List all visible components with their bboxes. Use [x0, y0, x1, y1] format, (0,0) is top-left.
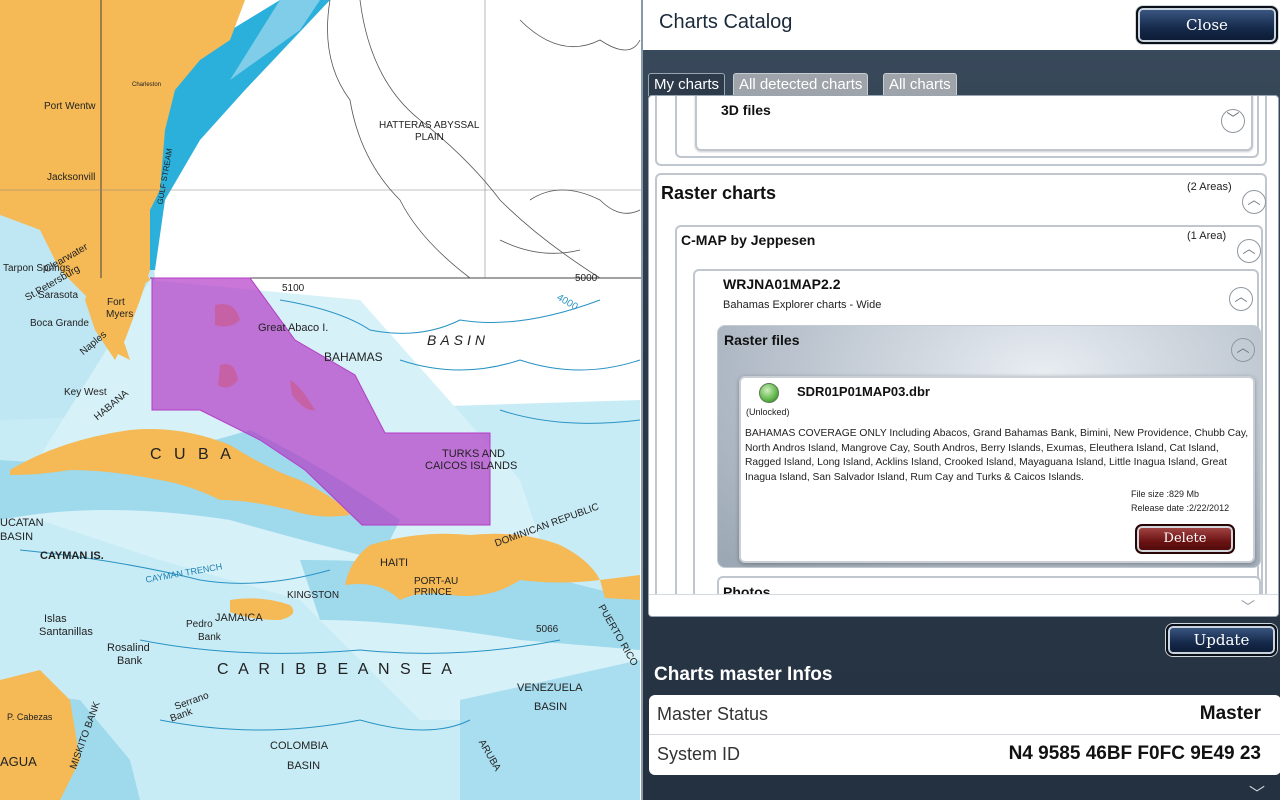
list-footer: ﹀ — [649, 594, 1278, 616]
map-label-myers: Myers — [106, 309, 134, 320]
map-label-cayman: CAYMAN IS. — [40, 550, 104, 562]
chevron-up-icon[interactable]: ︿ — [1242, 190, 1266, 214]
map-canvas[interactable] — [0, 0, 641, 800]
master-status-row: Master Status Master — [649, 695, 1280, 735]
map-label-kingston: KINGSTON — [287, 590, 340, 601]
map-label-cabezas: P. Cabezas — [7, 712, 53, 722]
map-label-cuba: C U B A — [150, 446, 235, 463]
map-label-colombia-basin: BASIN — [287, 760, 321, 772]
map-label-boca-grande: Boca Grande — [30, 318, 89, 329]
map-label-depth-5066: 5066 — [536, 624, 559, 635]
map-label-santanillas: Santanillas — [39, 626, 93, 638]
map-label-depth-5100: 5100 — [282, 283, 305, 294]
map-label-rosalind: Rosalind — [107, 642, 150, 654]
map-label-charleston: Charleston — [132, 82, 162, 88]
map-label-colombia: COLOMBIA — [270, 740, 329, 752]
charts-catalog-panel: Charts Catalog Close My charts All detec… — [641, 0, 1280, 800]
file-card: SDR01P01MAP03.dbr (Unlocked) BAHAMAS COV… — [739, 376, 1255, 563]
master-info-title: Charts master Infos — [654, 664, 833, 685]
raster-files-title: Raster files — [724, 332, 800, 348]
map-label-haiti: HAITI — [380, 557, 409, 569]
map-label-key-west: Key West — [64, 387, 107, 398]
file-name: SDR01P01MAP03.dbr — [797, 384, 930, 399]
expand-down-icon[interactable]: ﹀ — [1249, 780, 1265, 800]
master-status-key: Master Status — [657, 704, 769, 724]
map-label-great-abaco: Great Abaco I. — [258, 322, 329, 334]
map-label-plain: PLAIN — [415, 132, 444, 143]
map-label-pedro: Pedro — [186, 619, 213, 630]
map-label-port-wentw: Port Wentw — [44, 101, 96, 112]
update-button[interactable]: Update — [1166, 624, 1277, 656]
chart-code: WRJNA01MAP2.2 — [723, 276, 841, 292]
map-label-jacksonville: Jacksonvill — [47, 172, 96, 183]
map-label-jamaica: JAMAICA — [215, 612, 263, 624]
file-status: (Unlocked) — [746, 407, 790, 417]
scroll-down-icon[interactable]: ﹀ — [1241, 597, 1255, 616]
close-button[interactable]: Close — [1136, 6, 1278, 44]
unlocked-icon — [759, 383, 779, 403]
chevron-down-icon[interactable]: ﹀ — [1221, 109, 1245, 133]
files-3d-label: 3D files — [721, 102, 771, 118]
catalog-list[interactable]: ︿ 3D files ﹀ Raster charts (2 Areas) ︿ C… — [648, 95, 1279, 617]
tab-all-charts[interactable]: All charts — [883, 73, 957, 96]
tab-all-detected-charts[interactable]: All detected charts — [733, 73, 869, 96]
file-description: BAHAMAS COVERAGE ONLY Including Abacos, … — [745, 428, 1249, 483]
map-label-hatteras: HATTERAS ABYSSAL — [379, 120, 480, 131]
system-id-row: System ID N4 9585 46BF F0FC 9E49 23 — [649, 735, 1280, 775]
section-raster-files: Raster files ︿ SDR01P01MAP03.dbr (Unlock… — [717, 325, 1261, 568]
chart-map[interactable]: HATTERAS ABYSSAL PLAIN BASIN Great Abaco… — [0, 0, 641, 800]
chevron-up-icon[interactable]: ︿ — [1229, 287, 1253, 311]
master-status-value: Master — [1199, 703, 1261, 724]
map-label-pedro-bank: Bank — [198, 632, 221, 643]
app-window: HATTERAS ABYSSAL PLAIN BASIN Great Abaco… — [0, 0, 1280, 800]
map-label-agua: AGUA — [0, 754, 37, 769]
map-label-islas: Islas — [44, 613, 67, 625]
section-3d-inner: 3D files ﹀ — [695, 96, 1253, 151]
map-label-yucatan: UCATAN — [0, 517, 44, 529]
map-label-turks: TURKS AND — [442, 448, 505, 460]
raster-charts-count: (2 Areas) — [1187, 181, 1232, 193]
map-label-basin: BASIN — [427, 332, 490, 348]
chevron-up-icon[interactable]: ︿ — [1231, 338, 1255, 362]
chart-subtitle: Bahamas Explorer charts - Wide — [723, 299, 882, 311]
system-id-value: N4 9585 46BF F0FC 9E49 23 — [1008, 743, 1261, 764]
panel-header: Charts Catalog Close — [643, 0, 1280, 50]
map-label-bahamas: BAHAMAS — [324, 350, 383, 364]
map-label-caicos: CAICOS ISLANDS — [425, 460, 518, 472]
file-release-date: Release date :2/22/2012 — [1131, 503, 1230, 513]
map-label-yucatan-basin: BASIN — [0, 531, 34, 543]
system-id-key: System ID — [657, 744, 741, 764]
provider-count: (1 Area) — [1187, 230, 1227, 242]
raster-charts-title: Raster charts — [661, 183, 777, 203]
map-label-port-au-prince: PORT-AU PRINCE — [414, 576, 459, 598]
delete-button[interactable]: Delete — [1135, 524, 1235, 554]
tab-my-charts[interactable]: My charts — [648, 73, 726, 96]
provider-title: C-MAP by Jeppesen — [681, 232, 816, 248]
map-label-caribbean: C A R I B B E A N S E A — [217, 661, 455, 678]
panel-title: Charts Catalog — [659, 11, 793, 33]
map-label-rosalind-bank: Bank — [117, 655, 143, 667]
master-info-table: Master Status Master System ID N4 9585 4… — [649, 695, 1280, 775]
map-label-fort: Fort — [107, 297, 125, 308]
map-label-venezuela-basin: BASIN — [534, 701, 568, 713]
chevron-up-icon[interactable]: ︿ — [1237, 239, 1261, 263]
map-label-depth-5000: 5000 — [575, 273, 598, 284]
file-size: File size :829 Mb — [1131, 489, 1200, 499]
map-label-venezuela: VENEZUELA — [517, 682, 583, 694]
